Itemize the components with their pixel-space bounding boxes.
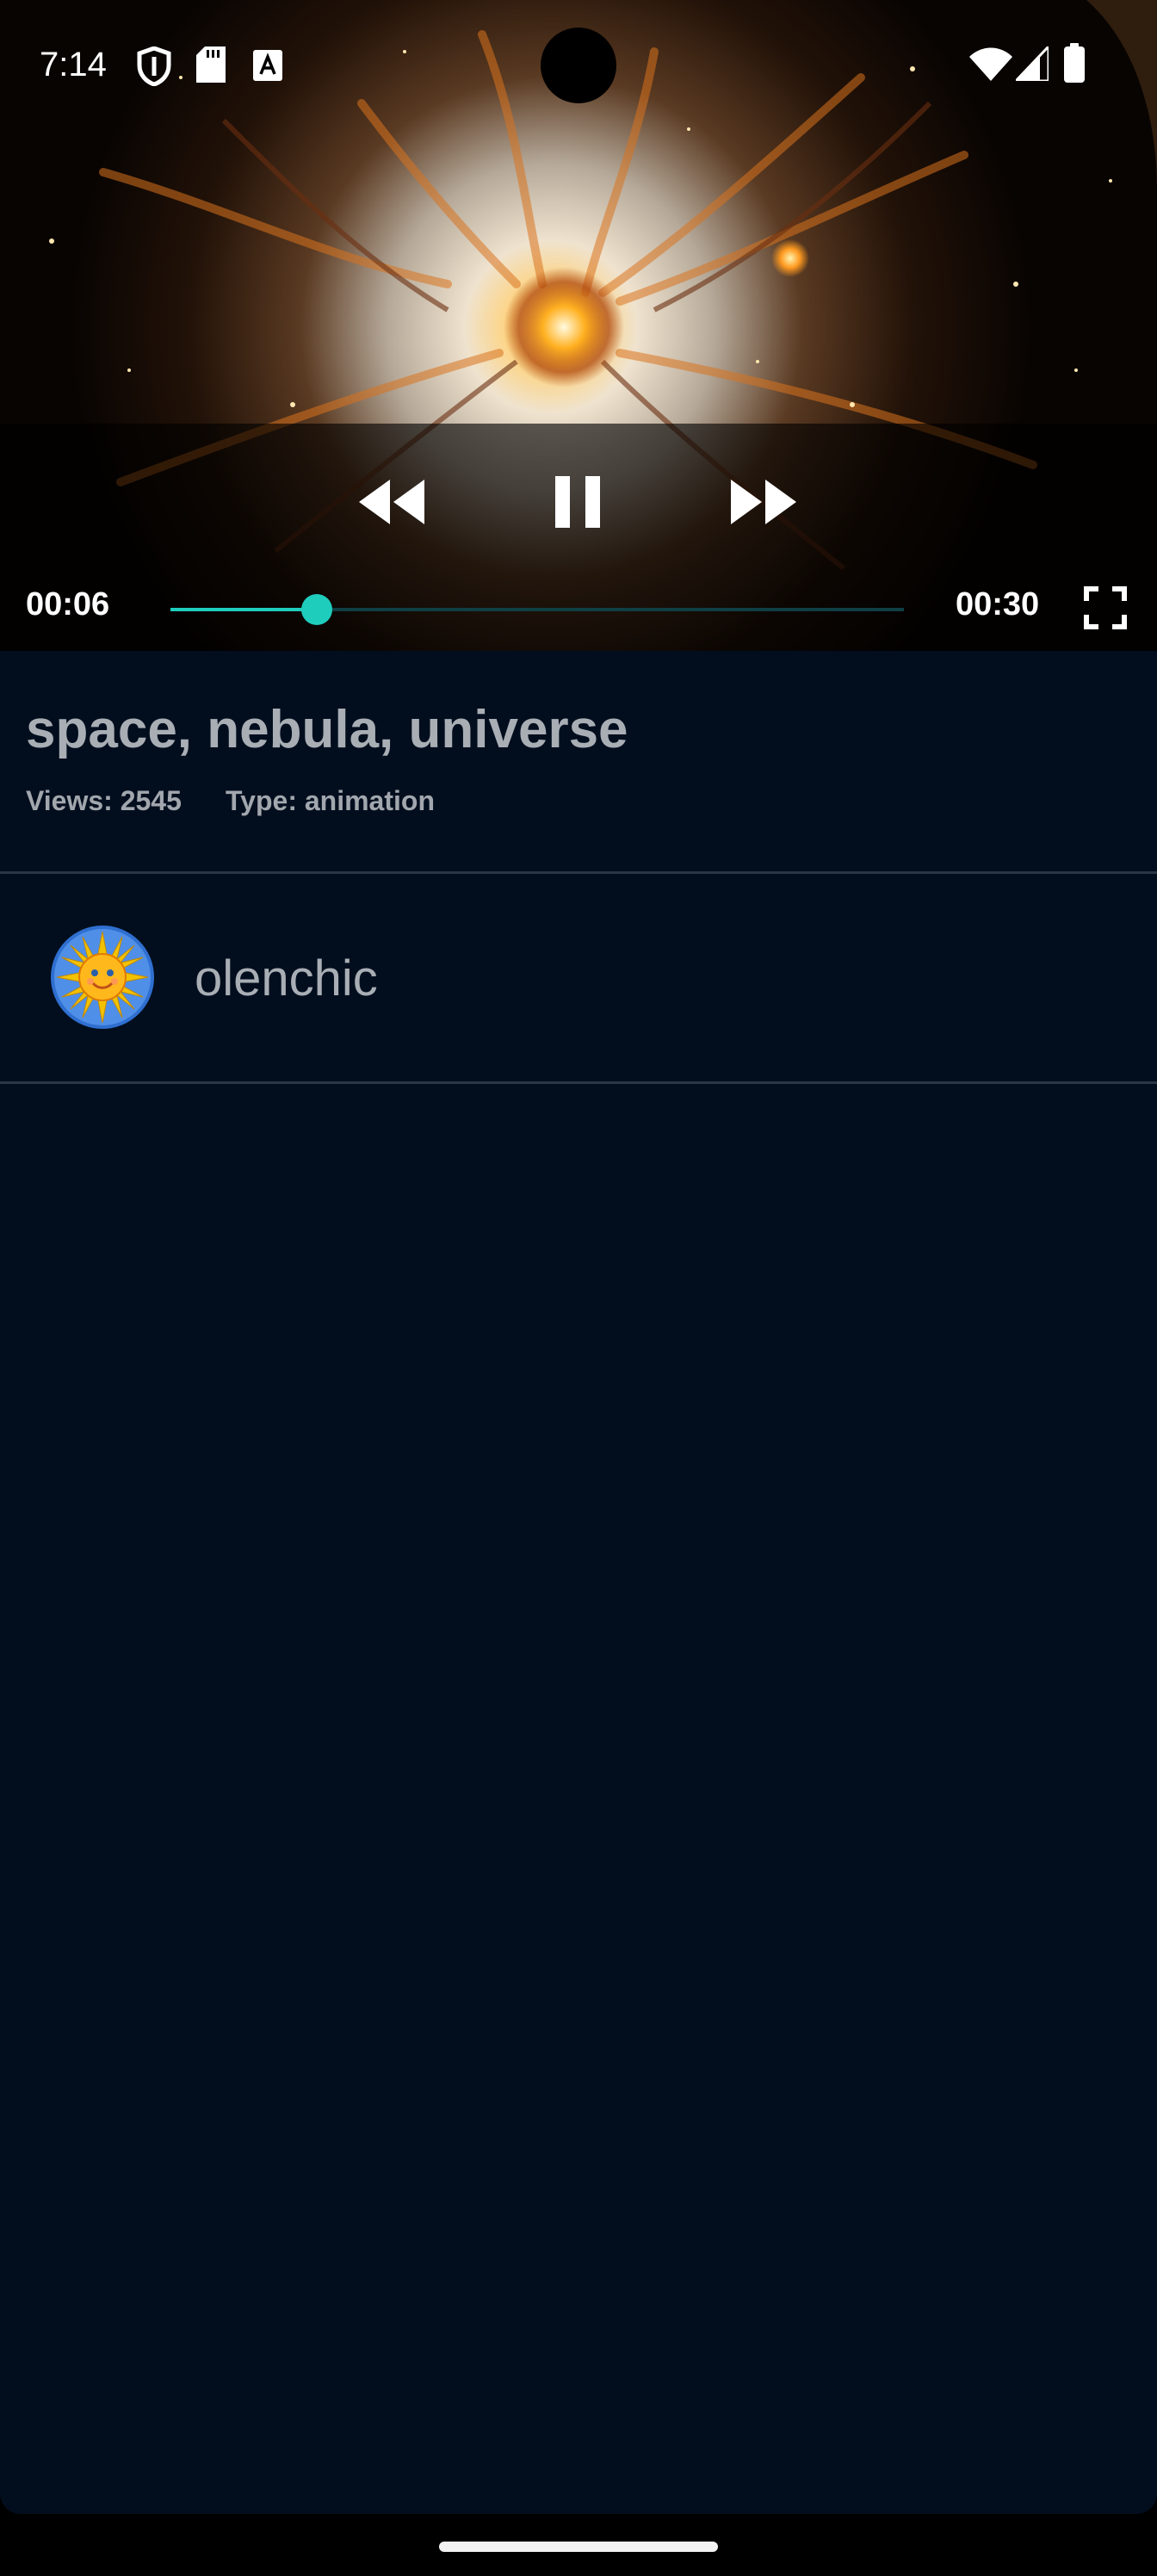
views-count: Views: 2545 [26,785,182,816]
current-time: 00:06 [26,586,110,622]
sd-card-icon [196,46,226,83]
seek-bar[interactable] [170,594,904,625]
rewind-icon [359,480,424,524]
battery-icon [1064,43,1085,83]
pause-icon [555,476,600,528]
duration-time: 00:30 [956,586,1040,622]
camera-cutout [541,28,616,103]
fast-forward-icon [731,480,796,524]
text-a-icon [253,50,282,81]
status-time: 7:14 [40,46,107,84]
rewind-button[interactable] [353,470,430,534]
author-row[interactable]: olenchic [0,875,1157,1081]
fullscreen-icon [1084,586,1127,629]
app-background: 00:06 00:30 7:14 space, nebula, universe… [0,0,1157,2514]
divider-top [0,871,1157,874]
home-indicator[interactable] [439,2542,718,2552]
pause-button[interactable] [539,465,616,539]
cellular-icon [1016,46,1049,81]
sun-avatar-icon [51,926,154,1029]
divider-bottom [0,1081,1157,1084]
fullscreen-button[interactable] [1078,582,1133,634]
status-bar: 7:14 [0,0,1157,129]
seek-progress [170,608,318,611]
wifi-icon [969,47,1012,81]
video-title: space, nebula, universe [26,700,628,759]
author-name: olenchic [195,951,378,1006]
shield-icon [137,46,171,86]
fast-forward-button[interactable] [725,470,802,534]
screen: 00:06 00:30 7:14 space, nebula, universe… [0,0,1157,2576]
video-type: Type: animation [226,785,435,816]
